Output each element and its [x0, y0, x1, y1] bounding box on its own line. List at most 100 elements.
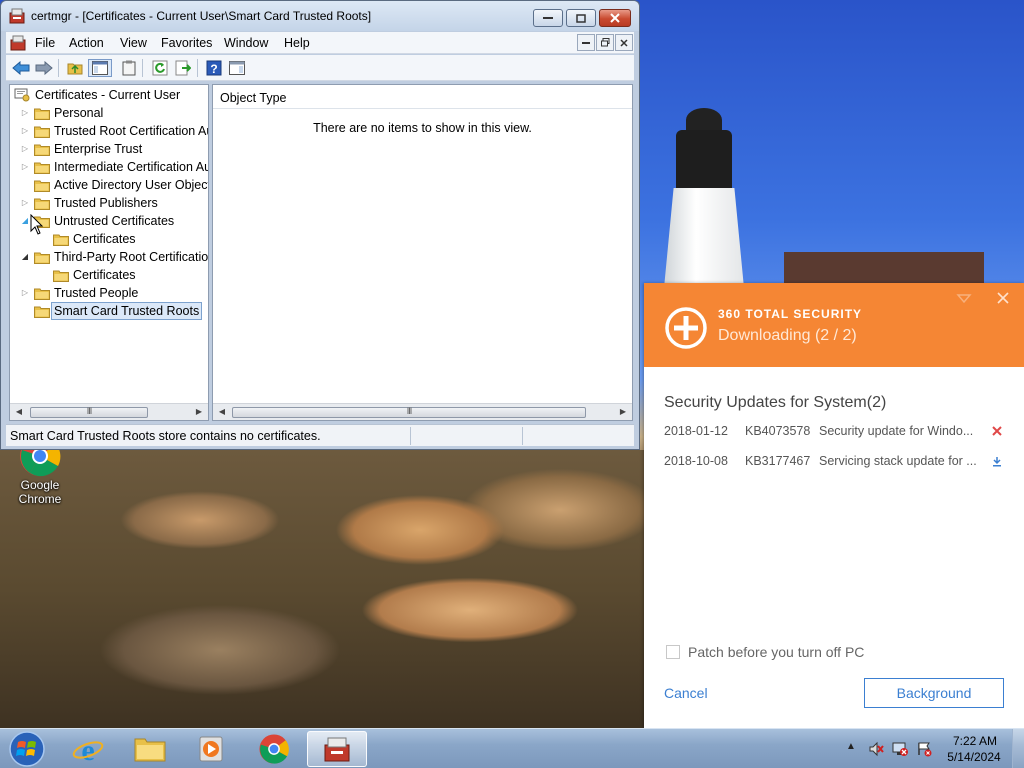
volume-muted-icon[interactable] — [868, 741, 884, 757]
close-icon — [620, 38, 628, 47]
up-one-level-button[interactable] — [66, 59, 84, 77]
minimize-icon — [582, 42, 590, 44]
expand-arrow-icon[interactable]: ▷ — [20, 158, 30, 176]
taskbar-file-explorer[interactable] — [120, 731, 180, 767]
clock-date[interactable]: 5/14/2024 — [944, 750, 1004, 764]
menu-favorites[interactable]: Favorites — [161, 36, 212, 50]
tree-item[interactable]: Certificates — [10, 266, 208, 284]
export-list-button[interactable] — [120, 59, 138, 77]
forward-arrow-icon — [35, 61, 53, 75]
show-desktop-button[interactable] — [1012, 729, 1024, 768]
expand-arrow-icon[interactable]: ▷ — [20, 140, 30, 158]
tree-item-label: Untrusted Certificates — [54, 214, 175, 228]
network-error-icon[interactable] — [892, 741, 908, 757]
tree-item[interactable]: ▷ Trusted People — [10, 284, 208, 302]
security-panel-header: 360 TOTAL SECURITY Downloading (2 / 2) — [644, 283, 1024, 367]
background-button[interactable]: Background — [864, 678, 1004, 708]
menu-help[interactable]: Help — [284, 36, 310, 50]
expand-arrow-icon[interactable]: ▷ — [20, 194, 30, 212]
tree-item[interactable]: ▷ Enterprise Trust — [10, 140, 208, 158]
tree-item[interactable]: Smart Card Trusted Roots — [10, 302, 208, 320]
panel-minimize-icon[interactable] — [956, 291, 972, 310]
menu-view[interactable]: View — [120, 36, 147, 50]
scroll-left-icon[interactable]: ◀ — [216, 406, 228, 418]
show-hidden-icons-chevron-icon[interactable]: ▲ — [846, 741, 862, 757]
expand-arrow-icon[interactable]: ▷ — [20, 104, 30, 122]
collapse-arrow-icon[interactable]: ◢ — [20, 248, 30, 266]
update-kb: KB4073578 — [745, 424, 811, 438]
patch-before-shutdown-checkbox[interactable] — [666, 645, 680, 659]
list-horizontal-scrollbar[interactable]: ◀ III ▶ — [213, 403, 632, 420]
expand-arrow-icon[interactable]: ▷ — [20, 284, 30, 302]
refresh-icon — [152, 60, 168, 76]
show-hide-tree-button[interactable] — [88, 59, 112, 77]
tree-item-label: Smart Card Trusted Roots — [51, 302, 203, 320]
tree-item-label: Enterprise Trust — [54, 142, 143, 156]
folder-icon — [34, 125, 50, 138]
help-button[interactable]: ? — [205, 59, 223, 77]
folder-icon — [53, 269, 69, 282]
cancel-link[interactable]: Cancel — [664, 685, 708, 701]
chrome-desktop-shortcut[interactable]: Google Chrome — [10, 446, 70, 516]
tree-item[interactable]: ◢ Third-Party Root Certification — [10, 248, 208, 266]
forward-button[interactable] — [35, 59, 53, 77]
clock-time[interactable]: 7:22 AM — [950, 734, 1000, 748]
svg-text:?: ? — [210, 62, 217, 76]
column-object-type[interactable]: Object Type — [220, 91, 286, 105]
360-logo-icon — [664, 306, 708, 353]
menu-action[interactable]: Action — [69, 36, 104, 50]
cancel-update-icon[interactable] — [991, 424, 1003, 440]
mdi-restore-button[interactable] — [596, 34, 614, 51]
console-tree[interactable]: Certificates - Current User ▷ Personal ▷ Tr… — [9, 84, 209, 421]
menu-bar: File Action View Favorites Window Help — [6, 32, 634, 54]
tree-item[interactable]: ▷ Intermediate Certification Au — [10, 158, 208, 176]
start-button[interactable] — [6, 730, 48, 768]
folder-up-icon — [67, 63, 83, 75]
collapse-arrow-icon[interactable]: ◢ — [20, 212, 30, 230]
show-action-pane-button[interactable] — [228, 59, 246, 77]
export-button[interactable] — [174, 59, 192, 77]
tree-horizontal-scrollbar[interactable]: ◀ III ▶ — [10, 403, 208, 420]
close-button[interactable] — [599, 9, 631, 27]
update-date: 2018-10-08 — [664, 454, 728, 468]
folder-icon — [53, 233, 69, 246]
wallpaper-lighthouse-cap — [686, 108, 722, 132]
panel-close-icon[interactable] — [996, 289, 1010, 310]
minimize-button[interactable] — [533, 9, 563, 27]
close-icon — [610, 13, 620, 23]
tree-item[interactable]: Active Directory User Object — [10, 176, 208, 194]
menu-window[interactable]: Window — [224, 36, 268, 50]
expand-arrow-icon[interactable]: ▷ — [20, 122, 30, 140]
certmgr-menu-icon[interactable] — [10, 35, 26, 54]
tree-root[interactable]: Certificates - Current User — [10, 86, 208, 104]
scroll-right-icon[interactable]: ▶ — [617, 406, 629, 418]
folder-icon — [134, 738, 166, 762]
tree-item[interactable]: ▷ Trusted Root Certification Au — [10, 122, 208, 140]
taskbar-certmgr[interactable] — [307, 731, 367, 767]
back-button[interactable] — [12, 59, 30, 77]
mdi-close-button[interactable] — [615, 34, 633, 51]
taskbar-chrome[interactable] — [244, 731, 304, 767]
refresh-button[interactable] — [151, 59, 169, 77]
scrollbar-thumb[interactable]: III — [30, 406, 148, 418]
status-divider — [410, 427, 411, 445]
taskbar-internet-explorer[interactable]: e — [58, 731, 118, 767]
menu-file[interactable]: File — [35, 36, 55, 50]
wallpaper-lighthouse — [664, 188, 744, 288]
scroll-right-icon[interactable]: ▶ — [193, 406, 205, 418]
maximize-button[interactable] — [566, 9, 596, 27]
window-titlebar[interactable]: certmgr - [Certificates - Current User\S… — [1, 1, 639, 31]
tree-item[interactable]: ▷ Personal — [10, 104, 208, 122]
scrollbar-thumb[interactable]: III — [232, 406, 586, 418]
scroll-left-icon[interactable]: ◀ — [13, 406, 25, 418]
tree-item-label: Trusted People — [54, 286, 139, 300]
chrome-icon — [259, 734, 289, 764]
action-center-icon[interactable] — [916, 741, 932, 757]
chrome-icon — [18, 446, 62, 478]
taskbar-media-player[interactable] — [182, 731, 242, 767]
folder-icon — [34, 107, 50, 120]
results-pane[interactable]: Object Type There are no items to show i… — [212, 84, 633, 421]
mdi-minimize-button[interactable] — [577, 34, 595, 51]
toolbar-separator — [142, 59, 143, 77]
tree-item[interactable]: ▷ Trusted Publishers — [10, 194, 208, 212]
